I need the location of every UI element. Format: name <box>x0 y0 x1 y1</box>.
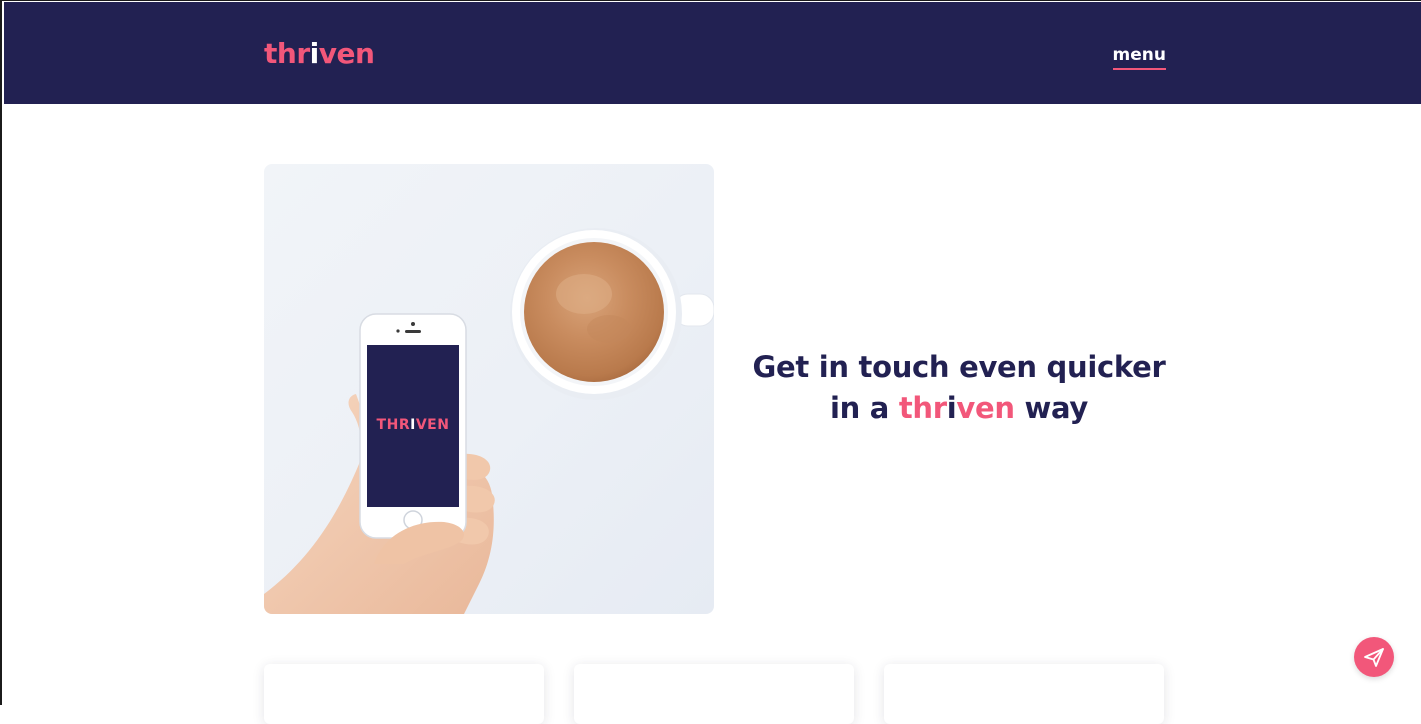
phone-screen-brand: THRIVEN <box>376 417 450 433</box>
feature-card-3 <box>884 664 1164 724</box>
site-header: thriven menu <box>4 2 1421 104</box>
logo-part-1: thr <box>264 37 310 70</box>
feature-card-2 <box>574 664 854 724</box>
hero-image: THRIVEN <box>264 164 714 614</box>
hero-heading: Get in touch even quicker in a thriven w… <box>742 347 1176 429</box>
hero-heading-line-2: in a thriven way <box>829 391 1089 425</box>
coffee-cup <box>510 228 714 400</box>
feature-card-1 <box>264 664 544 724</box>
page-frame: thriven menu THRIVEN Get in touch even q… <box>0 0 1421 724</box>
site-logo[interactable]: thriven <box>264 37 375 70</box>
hero-heading-line-1: Get in touch even quicker <box>752 350 1166 384</box>
logo-part-2: i <box>309 37 320 70</box>
send-icon <box>1354 637 1394 677</box>
hero-photo-illustration <box>264 228 714 614</box>
menu-button[interactable]: menu <box>1112 45 1166 70</box>
logo-part-3: ven <box>318 37 375 70</box>
send-message-button[interactable] <box>1354 637 1394 677</box>
